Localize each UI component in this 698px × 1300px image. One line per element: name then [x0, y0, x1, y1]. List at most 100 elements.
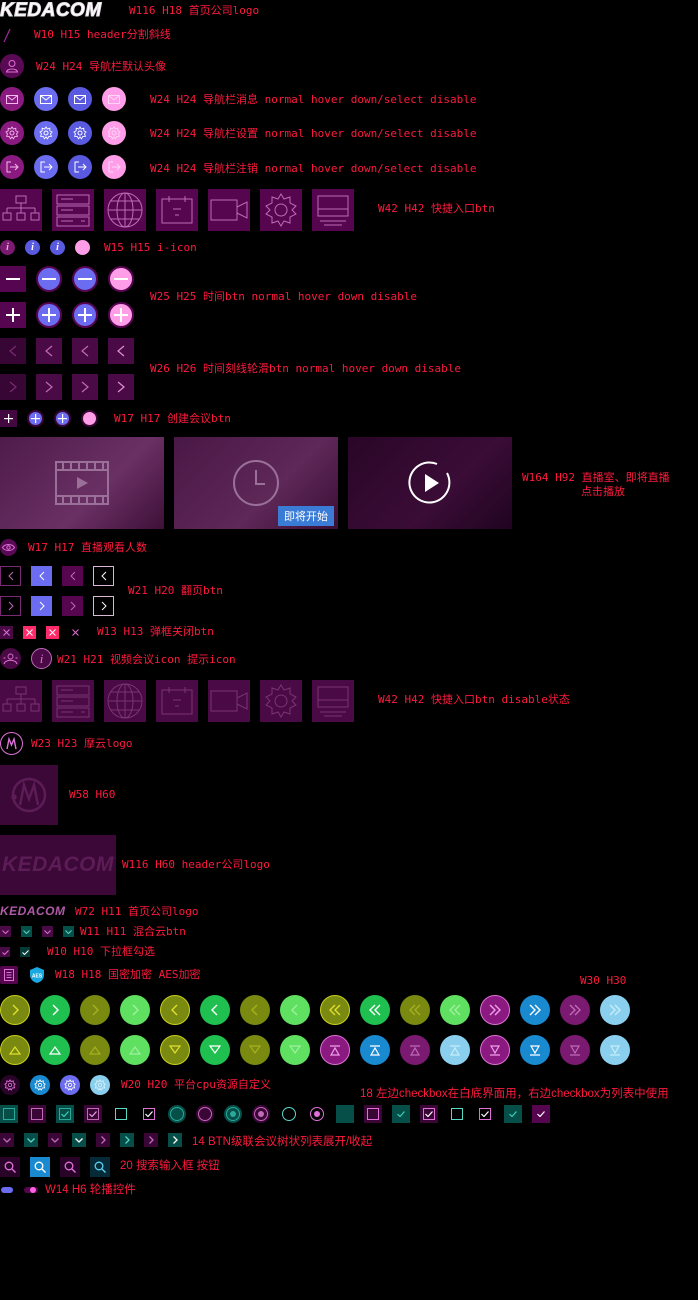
- checkbox-14[interactable]: [364, 1105, 382, 1123]
- logout-icon-normal[interactable]: [0, 155, 24, 179]
- page-next-normal[interactable]: [0, 596, 21, 616]
- org-chart-icon[interactable]: [0, 189, 42, 231]
- round-btn-a-13[interactable]: [480, 995, 510, 1025]
- round-btn-a-9[interactable]: [320, 995, 350, 1025]
- round-btn-b-7[interactable]: [240, 1035, 270, 1065]
- plus-button-down[interactable]: [72, 302, 98, 328]
- round-btn-a-11[interactable]: [400, 995, 430, 1025]
- round-btn-a-16[interactable]: [600, 995, 630, 1025]
- hybrid-cloud-btn-2[interactable]: [21, 926, 32, 937]
- tree-toggle-collapse-1[interactable]: [0, 1133, 14, 1147]
- live-room-thumbnail[interactable]: [0, 437, 164, 529]
- round-btn-a-12[interactable]: [440, 995, 470, 1025]
- round-btn-b-12[interactable]: [440, 1035, 470, 1065]
- round-btn-a-4[interactable]: [120, 995, 150, 1025]
- minus-button-down[interactable]: [72, 266, 98, 292]
- create-meeting-hover[interactable]: [27, 410, 44, 427]
- round-btn-b-10[interactable]: [360, 1035, 390, 1065]
- close-icon-down[interactable]: [46, 626, 59, 639]
- globe-icon[interactable]: [104, 189, 146, 231]
- timeline-left-hover[interactable]: [36, 338, 62, 364]
- round-btn-b-13[interactable]: [480, 1035, 510, 1065]
- minus-button-hover[interactable]: [36, 266, 62, 292]
- round-btn-b-2[interactable]: [40, 1035, 70, 1065]
- hybrid-cloud-btn-1[interactable]: [0, 926, 11, 937]
- round-btn-a-2[interactable]: [40, 995, 70, 1025]
- round-btn-b-14[interactable]: [520, 1035, 550, 1065]
- round-btn-a-6[interactable]: [200, 995, 230, 1025]
- search-button-down[interactable]: [60, 1157, 80, 1177]
- checkbox-6[interactable]: [140, 1105, 158, 1123]
- create-meeting-down[interactable]: [54, 410, 71, 427]
- tree-toggle-expand-7[interactable]: [144, 1133, 158, 1147]
- tree-toggle-collapse-3[interactable]: [48, 1133, 62, 1147]
- round-btn-b-1[interactable]: [0, 1035, 30, 1065]
- round-btn-b-3[interactable]: [80, 1035, 110, 1065]
- round-btn-b-9[interactable]: [320, 1035, 350, 1065]
- round-btn-a-5[interactable]: [160, 995, 190, 1025]
- carousel-dot-2[interactable]: [24, 1187, 38, 1193]
- checkbox-1[interactable]: [0, 1105, 18, 1123]
- round-btn-b-15[interactable]: [560, 1035, 590, 1065]
- gear-icon-normal[interactable]: [0, 121, 24, 145]
- round-btn-b-8[interactable]: [280, 1035, 310, 1065]
- round-btn-b-11[interactable]: [400, 1035, 430, 1065]
- carousel-dot-1[interactable]: [1, 1187, 13, 1193]
- close-icon-normal[interactable]: [0, 626, 13, 639]
- hybrid-cloud-btn-3[interactable]: [42, 926, 53, 937]
- upcoming-live-thumbnail[interactable]: 即将开始: [174, 437, 338, 529]
- page-prev-normal[interactable]: [0, 566, 21, 586]
- cpu-gear-icon-normal[interactable]: [0, 1075, 20, 1095]
- round-btn-b-5[interactable]: [160, 1035, 190, 1065]
- round-btn-a-3[interactable]: [80, 995, 110, 1025]
- hybrid-cloud-btn-4[interactable]: [63, 926, 74, 937]
- video-camera-icon[interactable]: [208, 189, 250, 231]
- checkbox-4[interactable]: [84, 1105, 102, 1123]
- search-button-normal[interactable]: [0, 1157, 20, 1177]
- message-icon-down[interactable]: [68, 87, 92, 111]
- timeline-right-normal[interactable]: [0, 374, 26, 400]
- plus-button-hover[interactable]: [36, 302, 62, 328]
- round-btn-a-10[interactable]: [360, 995, 390, 1025]
- logout-icon-hover[interactable]: [34, 155, 58, 179]
- checkbox-7[interactable]: [168, 1105, 186, 1123]
- round-btn-a-14[interactable]: [520, 995, 550, 1025]
- checkbox-5[interactable]: [112, 1105, 130, 1123]
- timeline-left-normal[interactable]: [0, 338, 26, 364]
- checkbox-11[interactable]: [280, 1105, 298, 1123]
- tree-toggle-collapse-4[interactable]: [72, 1133, 86, 1147]
- checkbox-13[interactable]: [336, 1105, 354, 1123]
- checkbox-8[interactable]: [196, 1105, 214, 1123]
- play-thumbnail[interactable]: [348, 437, 512, 529]
- checkbox-10[interactable]: [252, 1105, 270, 1123]
- plus-button-normal[interactable]: [0, 302, 26, 328]
- page-next-down[interactable]: [62, 596, 83, 616]
- checkbox-19[interactable]: [504, 1105, 522, 1123]
- timeline-right-hover[interactable]: [36, 374, 62, 400]
- round-btn-b-4[interactable]: [120, 1035, 150, 1065]
- info-icon-hover[interactable]: i: [25, 240, 40, 255]
- gear-icon-hover[interactable]: [34, 121, 58, 145]
- tree-toggle-collapse-2[interactable]: [24, 1133, 38, 1147]
- round-btn-a-7[interactable]: [240, 995, 270, 1025]
- info-icon-normal[interactable]: i: [0, 240, 15, 255]
- create-meeting-normal[interactable]: [0, 410, 17, 427]
- checkbox-2[interactable]: [28, 1105, 46, 1123]
- page-prev-down[interactable]: [62, 566, 83, 586]
- logout-icon-down[interactable]: [68, 155, 92, 179]
- round-btn-b-6[interactable]: [200, 1035, 230, 1065]
- timeline-left-down[interactable]: [72, 338, 98, 364]
- checkbox-18[interactable]: [476, 1105, 494, 1123]
- checkbox-9[interactable]: [224, 1105, 242, 1123]
- round-btn-a-1[interactable]: [0, 995, 30, 1025]
- info-icon-down[interactable]: i: [50, 240, 65, 255]
- message-icon-hover[interactable]: [34, 87, 58, 111]
- page-next-hover[interactable]: [31, 596, 52, 616]
- close-icon-hover[interactable]: [23, 626, 36, 639]
- monitor-icon[interactable]: [312, 189, 354, 231]
- round-btn-b-16[interactable]: [600, 1035, 630, 1065]
- checkbox-3[interactable]: [56, 1105, 74, 1123]
- gear-icon-down[interactable]: [68, 121, 92, 145]
- tree-toggle-expand-5[interactable]: [96, 1133, 110, 1147]
- search-button-hover[interactable]: [30, 1157, 50, 1177]
